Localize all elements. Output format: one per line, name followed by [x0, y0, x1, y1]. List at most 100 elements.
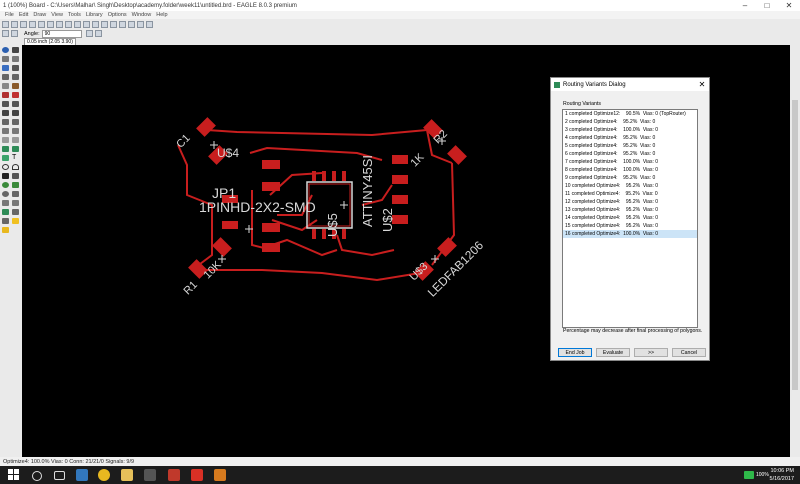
- stop-icon[interactable]: [128, 20, 135, 28]
- menu-library[interactable]: Library: [86, 12, 103, 18]
- list-item[interactable]: 12 completed Optimize4: 95.2% Vias: 0: [563, 198, 697, 206]
- ripup-icon[interactable]: [12, 137, 19, 143]
- script-icon[interactable]: [47, 20, 54, 28]
- autorouter-icon[interactable]: [2, 209, 9, 215]
- text-icon[interactable]: T: [12, 154, 19, 161]
- name-icon[interactable]: [2, 110, 9, 116]
- menu-help[interactable]: Help: [156, 12, 167, 18]
- menu-edit[interactable]: Edit: [19, 12, 28, 18]
- menu-view[interactable]: View: [51, 12, 63, 18]
- explorer-icon[interactable]: [121, 469, 133, 481]
- list-item[interactable]: 8 completed Optimize4: 100.0% Vias: 0: [563, 166, 697, 174]
- list-item[interactable]: 7 completed Optimize4: 100.0% Vias: 0: [563, 158, 697, 166]
- list-item[interactable]: 13 completed Optimize4: 95.2% Vias: 0: [563, 206, 697, 214]
- minimize-button[interactable]: –: [734, 1, 756, 10]
- info-icon[interactable]: [2, 47, 9, 53]
- display-icon[interactable]: [2, 56, 9, 62]
- paste-icon[interactable]: [2, 92, 9, 98]
- list-item[interactable]: 10 completed Optimize4: 95.2% Vias: 0: [563, 182, 697, 190]
- add-icon[interactable]: [2, 101, 9, 107]
- mirror-icon[interactable]: [85, 30, 93, 37]
- redraw-icon[interactable]: [101, 20, 108, 28]
- pad-icon[interactable]: [12, 182, 19, 188]
- vertical-scrollbar[interactable]: [790, 45, 800, 457]
- list-item[interactable]: 14 completed Optimize4: 95.2% Vias: 0: [563, 214, 697, 222]
- optimize-icon[interactable]: [12, 128, 19, 134]
- close-window-button[interactable]: ✕: [778, 1, 800, 10]
- miter-icon[interactable]: [12, 119, 19, 125]
- menu-file[interactable]: File: [5, 12, 14, 18]
- attribute-icon[interactable]: [12, 191, 19, 197]
- dimension-icon[interactable]: [2, 200, 9, 206]
- value-icon[interactable]: [12, 110, 19, 116]
- menu-window[interactable]: Window: [132, 12, 152, 18]
- list-item[interactable]: 1 completed Optimize12: 90.5% Vias: 0 (T…: [563, 110, 697, 118]
- ulp-icon[interactable]: [56, 20, 63, 28]
- drc-icon[interactable]: [2, 218, 9, 224]
- grid-icon[interactable]: [2, 30, 9, 37]
- via-icon[interactable]: [2, 182, 9, 188]
- next-button[interactable]: >>: [634, 348, 668, 357]
- angle-select[interactable]: 90: [41, 29, 82, 38]
- move-icon[interactable]: [2, 65, 9, 71]
- open-icon[interactable]: [2, 20, 9, 28]
- zoom-fit-icon[interactable]: [65, 20, 72, 28]
- polygon-icon[interactable]: [12, 173, 19, 179]
- warning-icon[interactable]: [2, 227, 9, 233]
- list-item-selected[interactable]: 16 completed Optimize4: 100.0% Vias: 0: [563, 230, 697, 238]
- list-item[interactable]: 3 completed Optimize4: 100.0% Vias: 0: [563, 126, 697, 134]
- ratsnest-icon[interactable]: [12, 200, 19, 206]
- rotate-icon[interactable]: [94, 30, 102, 37]
- scroll-thumb[interactable]: [792, 100, 798, 390]
- chrome-icon[interactable]: [98, 469, 110, 481]
- list-item[interactable]: 4 completed Optimize4: 95.2% Vias: 0: [563, 134, 697, 142]
- signal-icon[interactable]: [2, 155, 9, 161]
- edge-icon[interactable]: [76, 469, 88, 481]
- erc-icon[interactable]: [12, 209, 19, 215]
- errors-icon[interactable]: [12, 218, 19, 224]
- list-item[interactable]: 15 completed Optimize4: 95.2% Vias: 0: [563, 222, 697, 230]
- menu-draw[interactable]: Draw: [33, 12, 46, 18]
- delete-icon[interactable]: [12, 92, 19, 98]
- circle-icon[interactable]: [2, 164, 9, 170]
- copy-icon[interactable]: [12, 65, 19, 71]
- menu-options[interactable]: Options: [108, 12, 127, 18]
- app-red-icon[interactable]: [168, 469, 180, 481]
- mirror-tool-icon[interactable]: [2, 74, 9, 80]
- windows-start-icon[interactable]: [8, 469, 20, 481]
- layer-icon[interactable]: [11, 30, 18, 37]
- hole-icon[interactable]: [2, 191, 9, 197]
- meander-icon[interactable]: [12, 146, 19, 152]
- replace-icon[interactable]: [12, 101, 19, 107]
- maximize-button[interactable]: □: [756, 1, 778, 10]
- dialog-close-icon[interactable]: ✕: [695, 80, 709, 89]
- arc-icon[interactable]: [12, 164, 19, 170]
- split-icon[interactable]: [2, 128, 9, 134]
- store-icon[interactable]: [144, 469, 156, 481]
- undo-icon[interactable]: [110, 20, 117, 28]
- board-icon[interactable]: [38, 20, 45, 28]
- search-icon[interactable]: [32, 471, 42, 481]
- help-icon[interactable]: [146, 20, 153, 28]
- task-view-icon[interactable]: [54, 471, 65, 480]
- cancel-button[interactable]: Cancel: [672, 348, 706, 357]
- print-icon[interactable]: [20, 20, 27, 28]
- mark-icon[interactable]: [12, 56, 19, 62]
- smash-icon[interactable]: [2, 119, 9, 125]
- list-item[interactable]: 9 completed Optimize4: 95.2% Vias: 0: [563, 174, 697, 182]
- evaluate-button[interactable]: Evaluate: [596, 348, 630, 357]
- eagle-taskbar-icon[interactable]: [214, 469, 226, 481]
- group-icon[interactable]: [2, 83, 9, 89]
- system-clock[interactable]: 10:06 PM 5/16/2017: [770, 467, 794, 483]
- show-icon[interactable]: [12, 47, 19, 53]
- list-item[interactable]: 6 completed Optimize4: 95.2% Vias: 0: [563, 150, 697, 158]
- route-icon[interactable]: [2, 137, 9, 143]
- cam-icon[interactable]: [29, 20, 36, 28]
- go-icon[interactable]: [137, 20, 144, 28]
- variants-listbox[interactable]: 1 completed Optimize12: 90.5% Vias: 0 (T…: [562, 109, 698, 328]
- save-icon[interactable]: [11, 20, 18, 28]
- change-icon[interactable]: [12, 83, 19, 89]
- zoom-select-icon[interactable]: [92, 20, 99, 28]
- zoom-out-icon[interactable]: [83, 20, 90, 28]
- list-item[interactable]: 2 completed Optimize4: 95.2% Vias: 0: [563, 118, 697, 126]
